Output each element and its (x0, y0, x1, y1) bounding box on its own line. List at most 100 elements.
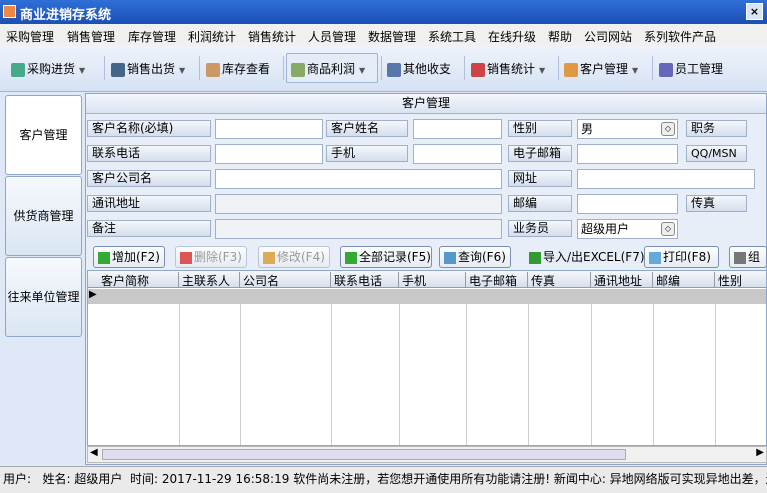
sidebar-item-customers[interactable]: 客户管理 (5, 95, 82, 175)
column-header[interactable]: 性别 (715, 272, 766, 288)
column-header[interactable]: 客户简称 (98, 272, 179, 288)
menu-products[interactable]: 系列软件产品 (644, 28, 716, 45)
delete-label: 删除(F3) (194, 250, 242, 264)
mobile-field[interactable] (413, 144, 502, 164)
other-finance-label: 其他收支 (403, 62, 452, 76)
chart-icon (471, 62, 485, 77)
menu-purchase[interactable]: 采购管理 (6, 28, 54, 45)
query-label: 查询(F6) (458, 250, 506, 264)
phone-field[interactable] (215, 144, 323, 164)
all-records-button[interactable]: 全部记录(F5) (340, 246, 432, 268)
toolbar-divider (464, 56, 465, 80)
toolbar-divider (283, 56, 284, 80)
more-label: 组 (748, 250, 761, 264)
menu-profit[interactable]: 利润统计 (188, 28, 236, 45)
position-label: 职务 (686, 120, 747, 137)
menu-sales-stats[interactable]: 销售统计 (248, 28, 296, 45)
contact-name-label: 客户姓名 (326, 120, 408, 137)
name-field[interactable] (215, 119, 323, 139)
menu-website[interactable]: 公司网站 (584, 28, 632, 45)
toolbar-divider (381, 56, 382, 80)
sales-stats-button[interactable]: 销售统计 ▼ (470, 53, 546, 83)
column-header[interactable]: 电子邮箱 (466, 272, 528, 288)
website-field[interactable] (577, 169, 755, 189)
menu-inventory[interactable]: 库存管理 (128, 28, 176, 45)
zip-field[interactable] (577, 194, 678, 214)
column-divider (528, 304, 529, 445)
checkmark-icon (345, 251, 357, 264)
import-export-button[interactable]: 导入/出EXCEL(F7) (524, 246, 645, 268)
status-name-value: 超级用户 (74, 472, 123, 486)
company-label: 客户公司名 (87, 170, 211, 187)
sidebar-item-partners[interactable]: 往来单位管理 (5, 257, 82, 337)
column-divider (591, 304, 592, 445)
menu-data[interactable]: 数据管理 (368, 28, 416, 45)
edit-button[interactable]: 修改(F4) (258, 246, 330, 268)
scroll-thumb[interactable] (102, 449, 626, 460)
toolbar-divider (104, 56, 105, 80)
sidebar-item-suppliers[interactable]: 供货商管理 (5, 176, 82, 256)
note-field[interactable] (215, 219, 502, 239)
sales-stats-label: 销售统计 (487, 62, 536, 76)
column-divider (653, 304, 654, 445)
column-header[interactable]: 传真 (528, 272, 591, 288)
staff-mgmt-button[interactable]: 员工管理 (658, 53, 724, 83)
column-header[interactable]: 通讯地址 (591, 272, 653, 288)
product-profit-button[interactable]: 商品利润 ▼ (286, 53, 378, 83)
print-button[interactable]: 打印(F8) (644, 246, 719, 268)
email-field[interactable] (577, 144, 678, 164)
minus-icon (180, 251, 192, 264)
other-finance-button[interactable]: 其他收支 (386, 53, 452, 83)
toolbar-divider (558, 56, 559, 80)
purchase-button[interactable]: 采购进货 ▼ (10, 53, 86, 83)
close-button[interactable]: × (746, 3, 763, 20)
horizontal-scrollbar[interactable]: ◀ ▶ (87, 446, 767, 463)
customer-mgmt-button[interactable]: 客户管理 ▼ (563, 53, 639, 83)
pencil-icon (263, 251, 275, 264)
query-button[interactable]: 查询(F6) (439, 246, 511, 268)
inventory-view-button[interactable]: 库存查看 (205, 53, 271, 83)
table-header: 客户简称 主联系人 公司名 联系电话 手机 电子邮箱 传真 通讯地址 邮编 性别 (88, 271, 766, 288)
email-label: 电子邮箱 (508, 145, 572, 162)
chevron-down-icon: ▼ (359, 66, 366, 75)
scroll-left-icon[interactable]: ◀ (90, 447, 98, 458)
chevron-down-icon: ◇ (661, 222, 675, 236)
customer-table[interactable]: 客户简称 主联系人 公司名 联系电话 手机 电子邮箱 传真 通讯地址 邮编 性别… (87, 270, 767, 446)
menu-help[interactable]: 帮助 (548, 28, 572, 45)
status-bar: 用户: 姓名: 超级用户 时间: 2017-11-29 16:58:19 软件尚… (0, 466, 767, 493)
address-field[interactable] (215, 194, 502, 214)
status-time-label: 时间: (130, 472, 159, 486)
gender-select[interactable]: 男 ◇ (577, 119, 678, 139)
print-label: 打印(F8) (663, 250, 711, 264)
sales-out-label: 销售出货 (127, 62, 176, 76)
chevron-down-icon: ▼ (179, 66, 186, 75)
status-message: 软件尚未注册，若您想开通使用所有功能请注册! 新闻中心: 异地网络版可实现异地出… (293, 472, 767, 486)
qq-label: QQ/MSN (686, 145, 747, 162)
salesperson-select[interactable]: 超级用户 ◇ (577, 219, 678, 239)
menu-sales[interactable]: 销售管理 (67, 28, 115, 45)
column-divider (466, 304, 467, 445)
add-button[interactable]: 增加(F2) (93, 246, 165, 268)
delete-button[interactable]: 删除(F3) (175, 246, 247, 268)
column-divider (240, 304, 241, 445)
column-divider (179, 304, 180, 445)
column-header[interactable]: 联系电话 (331, 272, 399, 288)
column-header[interactable]: 公司名 (240, 272, 331, 288)
company-field[interactable] (215, 169, 502, 189)
column-header[interactable]: 邮编 (653, 272, 715, 288)
more-button[interactable]: 组 (729, 246, 767, 268)
inventory-view-label: 库存查看 (222, 62, 271, 76)
contact-name-field[interactable] (413, 119, 502, 139)
address-label: 通讯地址 (87, 195, 211, 212)
column-header[interactable]: 主联系人 (179, 272, 240, 288)
menu-tools[interactable]: 系统工具 (428, 28, 476, 45)
product-profit-label: 商品利润 (307, 62, 356, 76)
table-row[interactable]: ▶ (88, 289, 766, 304)
chevron-down-icon: ▼ (539, 66, 546, 75)
scroll-right-icon[interactable]: ▶ (756, 447, 764, 458)
column-header[interactable]: 手机 (399, 272, 466, 288)
menu-upgrade[interactable]: 在线升级 (488, 28, 536, 45)
menu-staff[interactable]: 人员管理 (308, 28, 356, 45)
sales-out-button[interactable]: 销售出货 ▼ (110, 53, 186, 83)
fax-label: 传真 (686, 195, 747, 212)
